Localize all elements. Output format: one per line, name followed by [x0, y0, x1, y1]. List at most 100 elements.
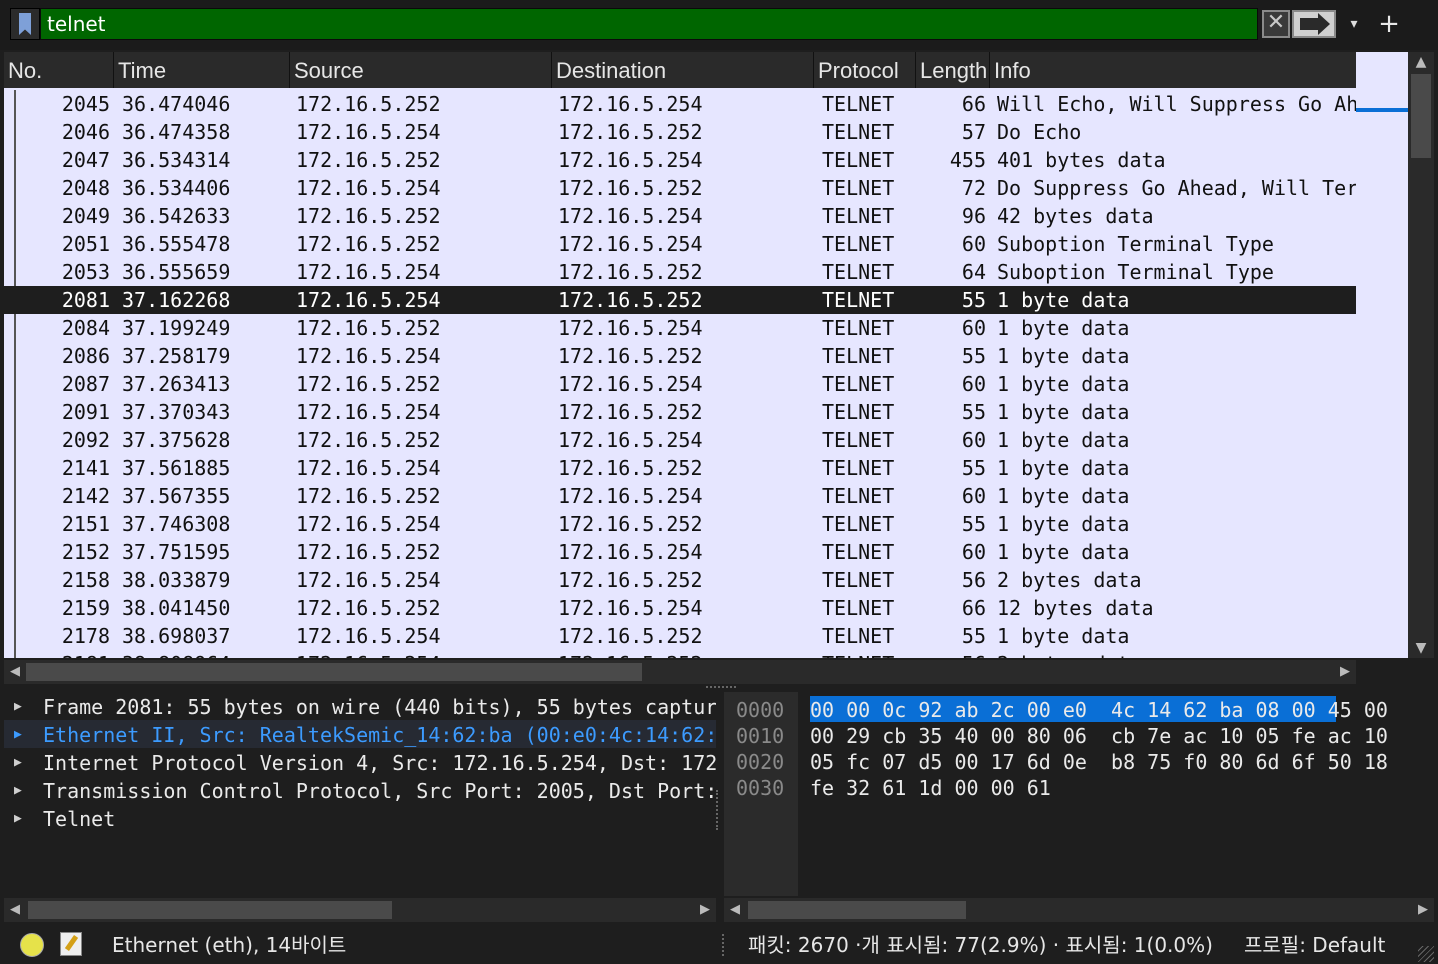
packet-row[interactable]: 2087 37.263413 172.16.5.252 172.16.5.254 TEL…: [4, 370, 1356, 398]
byte-hex-line[interactable]: 05 fc 07 d5 00 17 6d 0e b8 75 f0 80 6d 6…: [810, 748, 1430, 774]
column-header-protocol[interactable]: Protocol: [814, 52, 916, 88]
packet-protocol: TELNET: [822, 92, 895, 116]
packet-row[interactable]: 2045 36.474046 172.16.5.252 172.16.5.254 TEL…: [4, 90, 1356, 118]
packet-source: 172.16.5.254: [296, 344, 441, 368]
column-header-source[interactable]: Source: [290, 52, 552, 88]
packet-row[interactable]: 2049 36.542633 172.16.5.252 172.16.5.254 TEL…: [4, 202, 1356, 230]
packet-destination: 172.16.5.254: [558, 92, 703, 116]
status-profile[interactable]: 프로필: Default: [1244, 926, 1385, 964]
expand-arrow-icon[interactable]: ▶: [14, 692, 28, 720]
packet-row[interactable]: 2081 37.162268 172.16.5.254 172.16.5.252 TEL…: [4, 286, 1356, 314]
packet-source: 172.16.5.252: [296, 540, 441, 564]
byte-hex-line[interactable]: 00 00 0c 92 ab 2c 00 e0 4c 14 62 ba 08 0…: [810, 696, 1430, 722]
packet-info: 1 byte data: [997, 624, 1130, 648]
apply-filter-button[interactable]: [1292, 10, 1336, 38]
packet-protocol: TELNET: [822, 512, 895, 536]
byte-hex-line[interactable]: fe 32 61 1d 00 00 61: [810, 774, 1430, 800]
packet-info: 1 byte data: [997, 400, 1130, 424]
pane-splitter-handle[interactable]: [716, 790, 720, 830]
scroll-left-icon[interactable]: ◀: [4, 898, 26, 922]
packet-info: 42 bytes data: [997, 204, 1154, 228]
packet-row[interactable]: 2158 38.033879 172.16.5.254 172.16.5.252 TEL…: [4, 566, 1356, 594]
column-header-no[interactable]: No.: [4, 52, 114, 88]
clear-filter-button[interactable]: ✕: [1262, 10, 1290, 38]
resize-grip-icon[interactable]: [1418, 946, 1434, 962]
scrollbar-thumb[interactable]: [26, 663, 642, 681]
packet-length: 60: [961, 428, 986, 452]
scroll-down-icon[interactable]: ▼: [1408, 638, 1434, 658]
packet-destination: 172.16.5.252: [558, 120, 703, 144]
recent-filters-dropdown-button[interactable]: ▾: [1342, 12, 1366, 36]
packet-row[interactable]: 2178 38.698037 172.16.5.254 172.16.5.252 TEL…: [4, 622, 1356, 650]
scroll-left-icon[interactable]: ◀: [724, 898, 746, 922]
scroll-right-icon[interactable]: ▶: [1412, 898, 1434, 922]
scrollbar-thumb[interactable]: [28, 901, 392, 919]
status-separator[interactable]: [722, 934, 724, 956]
packet-source: 172.16.5.254: [296, 260, 441, 284]
bytes-horizontal-scrollbar[interactable]: ◀ ▶: [724, 898, 1434, 922]
column-header-destination[interactable]: Destination: [552, 52, 814, 88]
packet-row[interactable]: 2091 37.370343 172.16.5.254 172.16.5.252 TEL…: [4, 398, 1356, 426]
packet-destination: 172.16.5.254: [558, 540, 703, 564]
packet-info: 1 byte data: [997, 484, 1130, 508]
packet-info: Suboption Terminal Type: [997, 260, 1274, 284]
packet-info: 401 bytes data: [997, 148, 1166, 172]
packet-row[interactable]: 2048 36.534406 172.16.5.254 172.16.5.252 TEL…: [4, 174, 1356, 202]
packet-time: 37.751595: [122, 540, 231, 564]
packet-row[interactable]: 2151 37.746308 172.16.5.254 172.16.5.252 TEL…: [4, 510, 1356, 538]
packet-list-header: No. Time Source Destination Protocol Len…: [4, 52, 1356, 88]
expand-arrow-icon[interactable]: ▶: [14, 720, 28, 748]
packet-length: 455: [949, 148, 986, 172]
packet-source: 172.16.5.252: [296, 372, 441, 396]
scrollbar-thumb[interactable]: [1411, 74, 1431, 158]
tree-item[interactable]: ▶ Ethernet II, Src: RealtekSemic_14:62:ba…: [4, 720, 716, 748]
packet-number: 2142: [61, 484, 110, 508]
packet-row[interactable]: 2084 37.199249 172.16.5.252 172.16.5.254 TEL…: [4, 314, 1356, 342]
details-horizontal-scrollbar[interactable]: ◀ ▶: [4, 898, 716, 922]
column-header-length[interactable]: Length: [916, 52, 990, 88]
scroll-up-icon[interactable]: ▲: [1408, 52, 1434, 72]
packet-row[interactable]: 2159 38.041450 172.16.5.252 172.16.5.254 TEL…: [4, 594, 1356, 622]
scrollbar-thumb[interactable]: [748, 901, 966, 919]
tree-item[interactable]: ▶ Transmission Control Protocol, Src Port…: [4, 776, 716, 804]
expand-arrow-icon[interactable]: ▶: [14, 748, 28, 776]
packet-row[interactable]: 2152 37.751595 172.16.5.252 172.16.5.254 TEL…: [4, 538, 1356, 566]
packet-destination: 172.16.5.252: [558, 288, 703, 312]
tree-item[interactable]: ▶ Telnet: [4, 804, 716, 832]
scroll-left-icon[interactable]: ◀: [4, 660, 26, 684]
packet-row[interactable]: 2051 36.555478 172.16.5.252 172.16.5.254 TEL…: [4, 230, 1356, 258]
packet-destination: 172.16.5.252: [558, 176, 703, 200]
packet-number: 2151: [61, 512, 110, 536]
byte-hex-line[interactable]: 00 29 cb 35 40 00 80 06 cb 7e ac 10 05 f…: [810, 722, 1430, 748]
pane-splitter-handle[interactable]: [706, 686, 736, 690]
packet-row[interactable]: 2141 37.561885 172.16.5.254 172.16.5.252 TEL…: [4, 454, 1356, 482]
packet-destination: 172.16.5.252: [558, 512, 703, 536]
packet-row[interactable]: 2181 38.808964 172.16.5.254 172.16.5.252 TEL…: [4, 650, 1356, 658]
packet-row[interactable]: 2047 36.534314 172.16.5.252 172.16.5.254 TEL…: [4, 146, 1356, 174]
scroll-right-icon[interactable]: ▶: [1334, 660, 1356, 684]
capture-comment-icon[interactable]: [60, 932, 82, 956]
tree-item[interactable]: ▶ Frame 2081: 55 bytes on wire (440 bits)…: [4, 692, 716, 720]
expand-arrow-icon[interactable]: ▶: [14, 776, 28, 804]
bookmark-icon[interactable]: [10, 8, 40, 40]
expand-arrow-icon[interactable]: ▶: [14, 804, 28, 832]
packet-length: 55: [961, 344, 986, 368]
packet-row[interactable]: 2086 37.258179 172.16.5.254 172.16.5.252 TEL…: [4, 342, 1356, 370]
column-header-info[interactable]: Info: [990, 52, 1356, 88]
packet-info: Do Echo: [997, 120, 1082, 144]
column-header-time[interactable]: Time: [114, 52, 290, 88]
packet-protocol: TELNET: [822, 456, 895, 480]
packet-row[interactable]: 2142 37.567355 172.16.5.252 172.16.5.254 TEL…: [4, 482, 1356, 510]
packet-row[interactable]: 2092 37.375628 172.16.5.252 172.16.5.254 TEL…: [4, 426, 1356, 454]
packet-time: 37.162268: [122, 288, 231, 312]
packet-row[interactable]: 2046 36.474358 172.16.5.254 172.16.5.252 TEL…: [4, 118, 1356, 146]
tree-item[interactable]: ▶ Internet Protocol Version 4, Src: 172.1…: [4, 748, 716, 776]
packet-list-vertical-scrollbar[interactable]: ▲ ▼: [1408, 52, 1434, 658]
display-filter-input[interactable]: telnet: [40, 8, 1258, 40]
packet-list-horizontal-scrollbar[interactable]: ◀ ▶: [4, 660, 1356, 684]
expert-info-icon[interactable]: [20, 933, 44, 957]
scroll-right-icon[interactable]: ▶: [694, 898, 716, 922]
packet-protocol: TELNET: [822, 400, 895, 424]
add-filter-button[interactable]: +: [1376, 10, 1402, 38]
packet-row[interactable]: 2053 36.555659 172.16.5.254 172.16.5.252 TEL…: [4, 258, 1356, 286]
